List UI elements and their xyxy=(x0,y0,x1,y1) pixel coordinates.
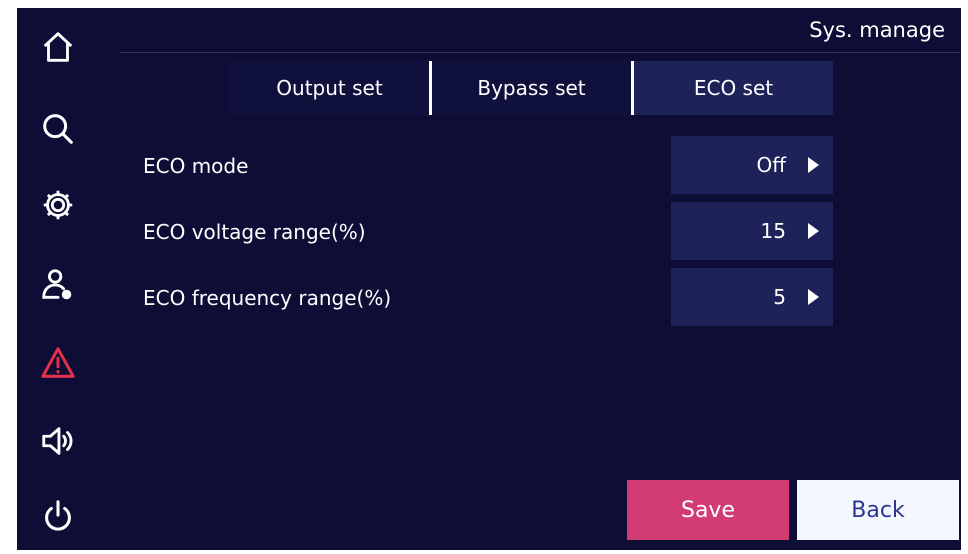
back-button[interactable]: Back xyxy=(797,480,959,540)
arrow-right-icon xyxy=(808,289,819,305)
eco-voltage-range-label: ECO voltage range(%) xyxy=(143,220,366,244)
eco-voltage-range-selector[interactable]: 15 xyxy=(671,202,833,260)
arrow-right-icon xyxy=(808,223,819,239)
search-icon[interactable] xyxy=(33,104,83,154)
eco-mode-value: Off xyxy=(756,153,786,177)
home-icon[interactable] xyxy=(33,22,83,72)
save-button[interactable]: Save xyxy=(627,480,789,540)
gear-icon[interactable] xyxy=(33,180,83,230)
eco-voltage-range-value: 15 xyxy=(760,219,786,243)
tab-output-set[interactable]: Output set xyxy=(230,61,429,115)
eco-mode-selector[interactable]: Off xyxy=(671,136,833,194)
eco-frequency-range-label: ECO frequency range(%) xyxy=(143,286,392,310)
arrow-right-icon xyxy=(808,157,819,173)
page-title: Sys. manage xyxy=(809,18,945,42)
speaker-icon[interactable] xyxy=(33,416,83,466)
power-icon[interactable] xyxy=(33,492,83,542)
header-divider xyxy=(120,52,960,53)
screen: Sys. manage Output set Bypass set ECO se… xyxy=(17,8,961,550)
eco-mode-label: ECO mode xyxy=(143,154,249,178)
eco-frequency-range-selector[interactable]: 5 xyxy=(671,268,833,326)
eco-frequency-range-value: 5 xyxy=(773,285,786,309)
warning-icon[interactable] xyxy=(33,338,83,388)
tab-eco-set[interactable]: ECO set xyxy=(634,61,833,115)
tab-bar: Output set Bypass set ECO set xyxy=(230,61,833,115)
sidebar xyxy=(17,8,101,550)
tab-bypass-set[interactable]: Bypass set xyxy=(432,61,631,115)
user-settings-icon[interactable] xyxy=(33,260,83,310)
